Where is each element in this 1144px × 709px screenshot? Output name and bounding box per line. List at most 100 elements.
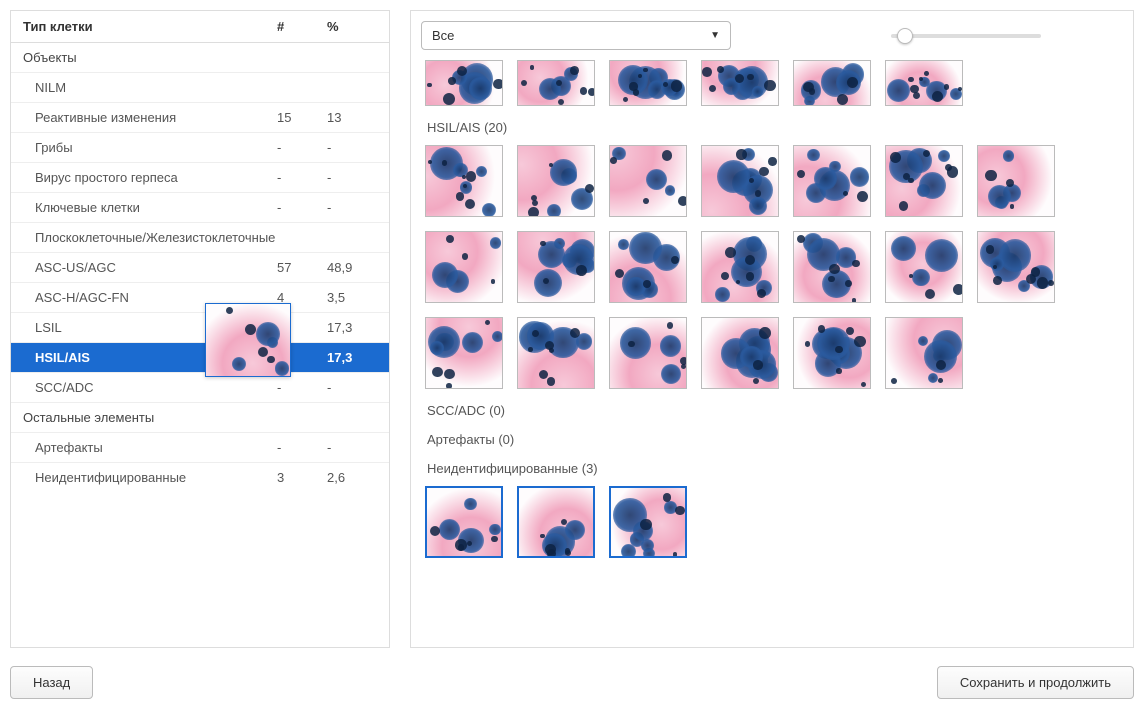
row-percent: - (327, 200, 377, 215)
gallery[interactable]: HSIL/AIS (20) SCC/ADC (0) Артефакты (0) … (411, 60, 1133, 647)
cell-thumbnail[interactable] (885, 145, 963, 217)
row-percent: 2,6 (327, 470, 377, 485)
row-label: Остальные элементы (23, 410, 277, 425)
row-label: ASC-US/AGC (35, 260, 277, 275)
row-percent: 48,9 (327, 260, 377, 275)
cell-thumbnail[interactable] (517, 60, 595, 106)
row-count (277, 230, 327, 245)
row-percent: - (327, 170, 377, 185)
row-label: Вирус простого герпеса (35, 170, 277, 185)
thumbnail-preview (205, 303, 291, 377)
cell-thumbnail[interactable] (701, 231, 779, 303)
cell-thumbnail[interactable] (793, 231, 871, 303)
table-row[interactable]: Ключевые клетки-- (11, 193, 389, 223)
cell-thumbnail[interactable] (609, 317, 687, 389)
cell-thumbnail[interactable] (517, 317, 595, 389)
cell-thumbnail[interactable] (517, 231, 595, 303)
row-count: - (277, 140, 327, 155)
row-percent: 17,3 (327, 320, 377, 335)
cell-thumbnail[interactable] (517, 486, 595, 558)
dropdown-label: Все (432, 28, 454, 43)
table-row[interactable]: ASC-US/AGC5748,9 (11, 253, 389, 283)
row-percent (327, 80, 377, 95)
cell-thumbnail[interactable] (885, 231, 963, 303)
caret-down-icon: ▼ (710, 30, 720, 41)
row-count: 15 (277, 110, 327, 125)
table-row[interactable]: ASC-H/AGC-FN43,5 (11, 283, 389, 313)
zoom-slider-wrap (751, 34, 1123, 38)
table-row[interactable]: Реактивные изменения1513 (11, 103, 389, 133)
cell-thumbnail[interactable] (425, 231, 503, 303)
toolbar: Все ▼ (411, 11, 1133, 60)
row-count (277, 80, 327, 95)
section-title-hsil: HSIL/AIS (20) (427, 120, 1119, 135)
slider-knob[interactable] (897, 28, 913, 44)
header-name: Тип клетки (23, 19, 277, 34)
cell-thumbnail[interactable] (609, 145, 687, 217)
back-button[interactable]: Назад (10, 666, 93, 699)
table-row[interactable]: Грибы-- (11, 133, 389, 163)
table-row[interactable]: Объекты (11, 43, 389, 73)
row-label: Реактивные изменения (35, 110, 277, 125)
cell-thumbnail[interactable] (885, 317, 963, 389)
row-percent (327, 410, 377, 425)
cell-thumbnail[interactable] (425, 486, 503, 558)
row-count: 3 (277, 470, 327, 485)
cell-thumbnail[interactable] (701, 60, 779, 106)
row-label: SCC/ADC (35, 380, 277, 395)
row-label: Плоскоклеточные/Железистоклеточные (35, 230, 277, 245)
row-percent (327, 230, 377, 245)
zoom-slider[interactable] (891, 34, 1041, 38)
save-continue-button[interactable]: Сохранить и продолжить (937, 666, 1134, 699)
cell-thumbnail[interactable] (609, 486, 687, 558)
section-title-unid: Неидентифицированные (3) (427, 461, 1119, 476)
cell-thumbnail[interactable] (793, 317, 871, 389)
cell-thumbnail[interactable] (609, 231, 687, 303)
table-row[interactable]: Вирус простого герпеса-- (11, 163, 389, 193)
table-row[interactable]: Артефакты-- (11, 433, 389, 463)
row-label: Объекты (23, 50, 277, 65)
blank-area (11, 492, 389, 647)
gallery-panel: Все ▼ HSIL/AIS (20) SCC/ADC (0) Артефакт… (410, 10, 1134, 648)
row-percent (327, 50, 377, 65)
row-percent: 13 (327, 110, 377, 125)
cell-thumbnail[interactable] (701, 317, 779, 389)
row-percent: - (327, 140, 377, 155)
table-row[interactable]: Остальные элементы (11, 403, 389, 433)
row-label: Артефакты (35, 440, 277, 455)
row-label: Ключевые клетки (35, 200, 277, 215)
cell-thumbnail[interactable] (701, 145, 779, 217)
row-count: - (277, 200, 327, 215)
cell-thumbnail[interactable] (425, 60, 503, 106)
cell-thumbnail[interactable] (885, 60, 963, 106)
table-row[interactable]: SCC/ADC-- (11, 373, 389, 403)
cell-type-table: Тип клетки # % ОбъектыNILMРеактивные изм… (10, 10, 390, 648)
table-row[interactable]: HSIL/AIS2017,3 (11, 343, 389, 373)
row-count (277, 50, 327, 65)
row-count: 57 (277, 260, 327, 275)
row-label: Грибы (35, 140, 277, 155)
filter-dropdown[interactable]: Все ▼ (421, 21, 731, 50)
cell-thumbnail[interactable] (977, 145, 1055, 217)
table-row[interactable]: LSIL2017,3 (11, 313, 389, 343)
cell-thumbnail[interactable] (793, 60, 871, 106)
section-title-artefacts: Артефакты (0) (427, 432, 1119, 447)
section-title-scc: SCC/ADC (0) (427, 403, 1119, 418)
row-count: - (277, 170, 327, 185)
cell-thumbnail[interactable] (425, 145, 503, 217)
cell-thumbnail[interactable] (609, 60, 687, 106)
cell-thumbnail[interactable] (793, 145, 871, 217)
header-percent: % (327, 19, 377, 34)
table-row[interactable]: Плоскоклеточные/Железистоклеточные (11, 223, 389, 253)
row-count (277, 410, 327, 425)
row-label: Неидентифицированные (35, 470, 277, 485)
row-count: - (277, 440, 327, 455)
header-count: # (277, 19, 327, 34)
table-row[interactable]: Неидентифицированные32,6 (11, 463, 389, 492)
cell-thumbnail[interactable] (977, 231, 1055, 303)
cell-thumbnail[interactable] (517, 145, 595, 217)
table-row[interactable]: NILM (11, 73, 389, 103)
cell-thumbnail[interactable] (425, 317, 503, 389)
footer: Назад Сохранить и продолжить (10, 666, 1134, 699)
table-header: Тип клетки # % (11, 11, 389, 43)
